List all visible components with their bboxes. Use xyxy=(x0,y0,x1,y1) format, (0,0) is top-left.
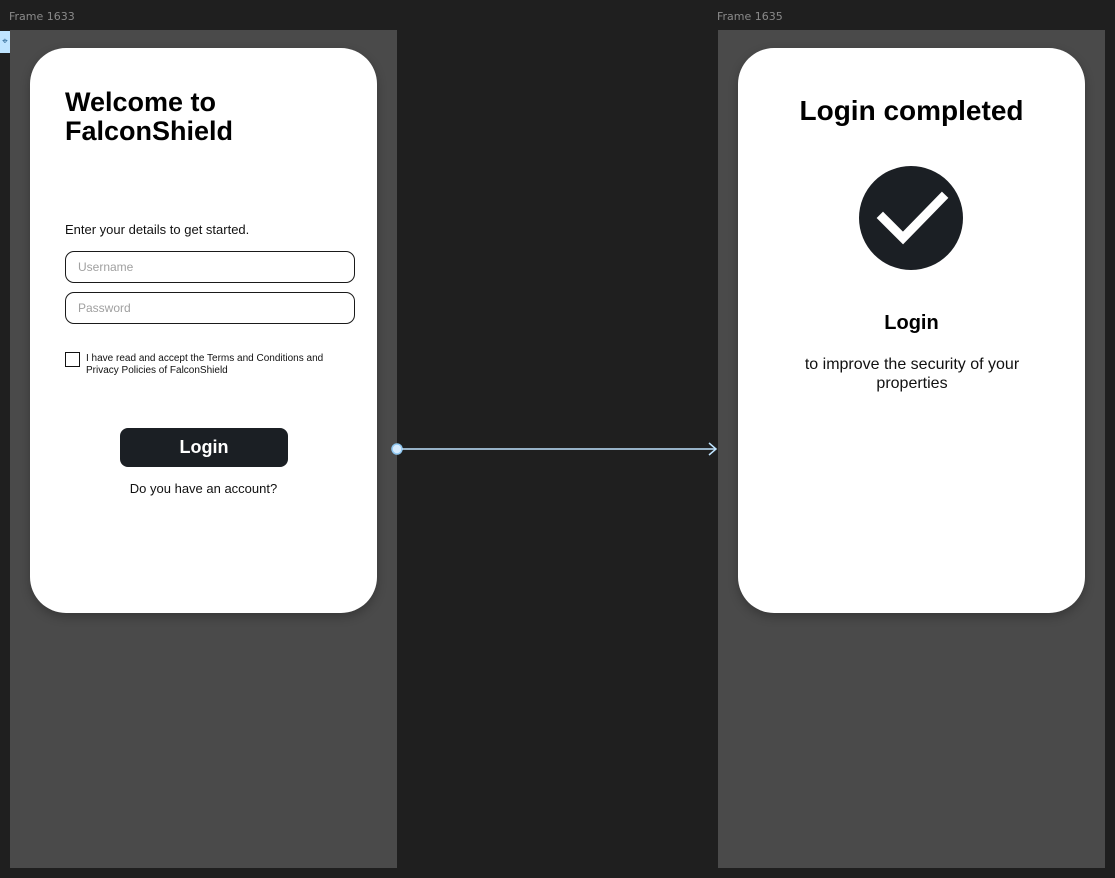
selection-handle-icon[interactable]: ⌖ xyxy=(0,31,10,53)
terms-checkbox[interactable] xyxy=(65,352,80,367)
frame-label-1635: Frame 1635 xyxy=(717,10,783,23)
frame-login-completed: Login completed Login to improve the sec… xyxy=(718,30,1105,868)
completed-subtitle: Login xyxy=(884,312,939,334)
login-button[interactable]: Login xyxy=(120,428,288,467)
checkmark-circle xyxy=(859,166,963,270)
completed-card: Login completed Login to improve the sec… xyxy=(738,48,1085,613)
password-input[interactable] xyxy=(65,292,355,324)
intro-text: Enter your details to get started. xyxy=(65,222,250,237)
welcome-title: Welcome to FalconShield xyxy=(65,87,234,146)
username-input[interactable] xyxy=(65,251,355,283)
account-link[interactable]: Do you have an account? xyxy=(50,481,357,496)
checkmark-icon xyxy=(876,191,949,245)
completed-title: Login completed xyxy=(799,95,1024,126)
login-card: Welcome to FalconShield Enter your detai… xyxy=(30,48,377,613)
terms-label: I have read and accept the Terms and Con… xyxy=(86,353,324,376)
prototype-connector-arrow xyxy=(391,442,718,456)
connector-start-dot[interactable] xyxy=(391,443,403,455)
frame-login: Welcome to FalconShield Enter your detai… xyxy=(10,30,397,868)
frame-label-1633: Frame 1633 xyxy=(9,10,75,23)
completed-description: to improve the security of your properti… xyxy=(804,356,1020,392)
